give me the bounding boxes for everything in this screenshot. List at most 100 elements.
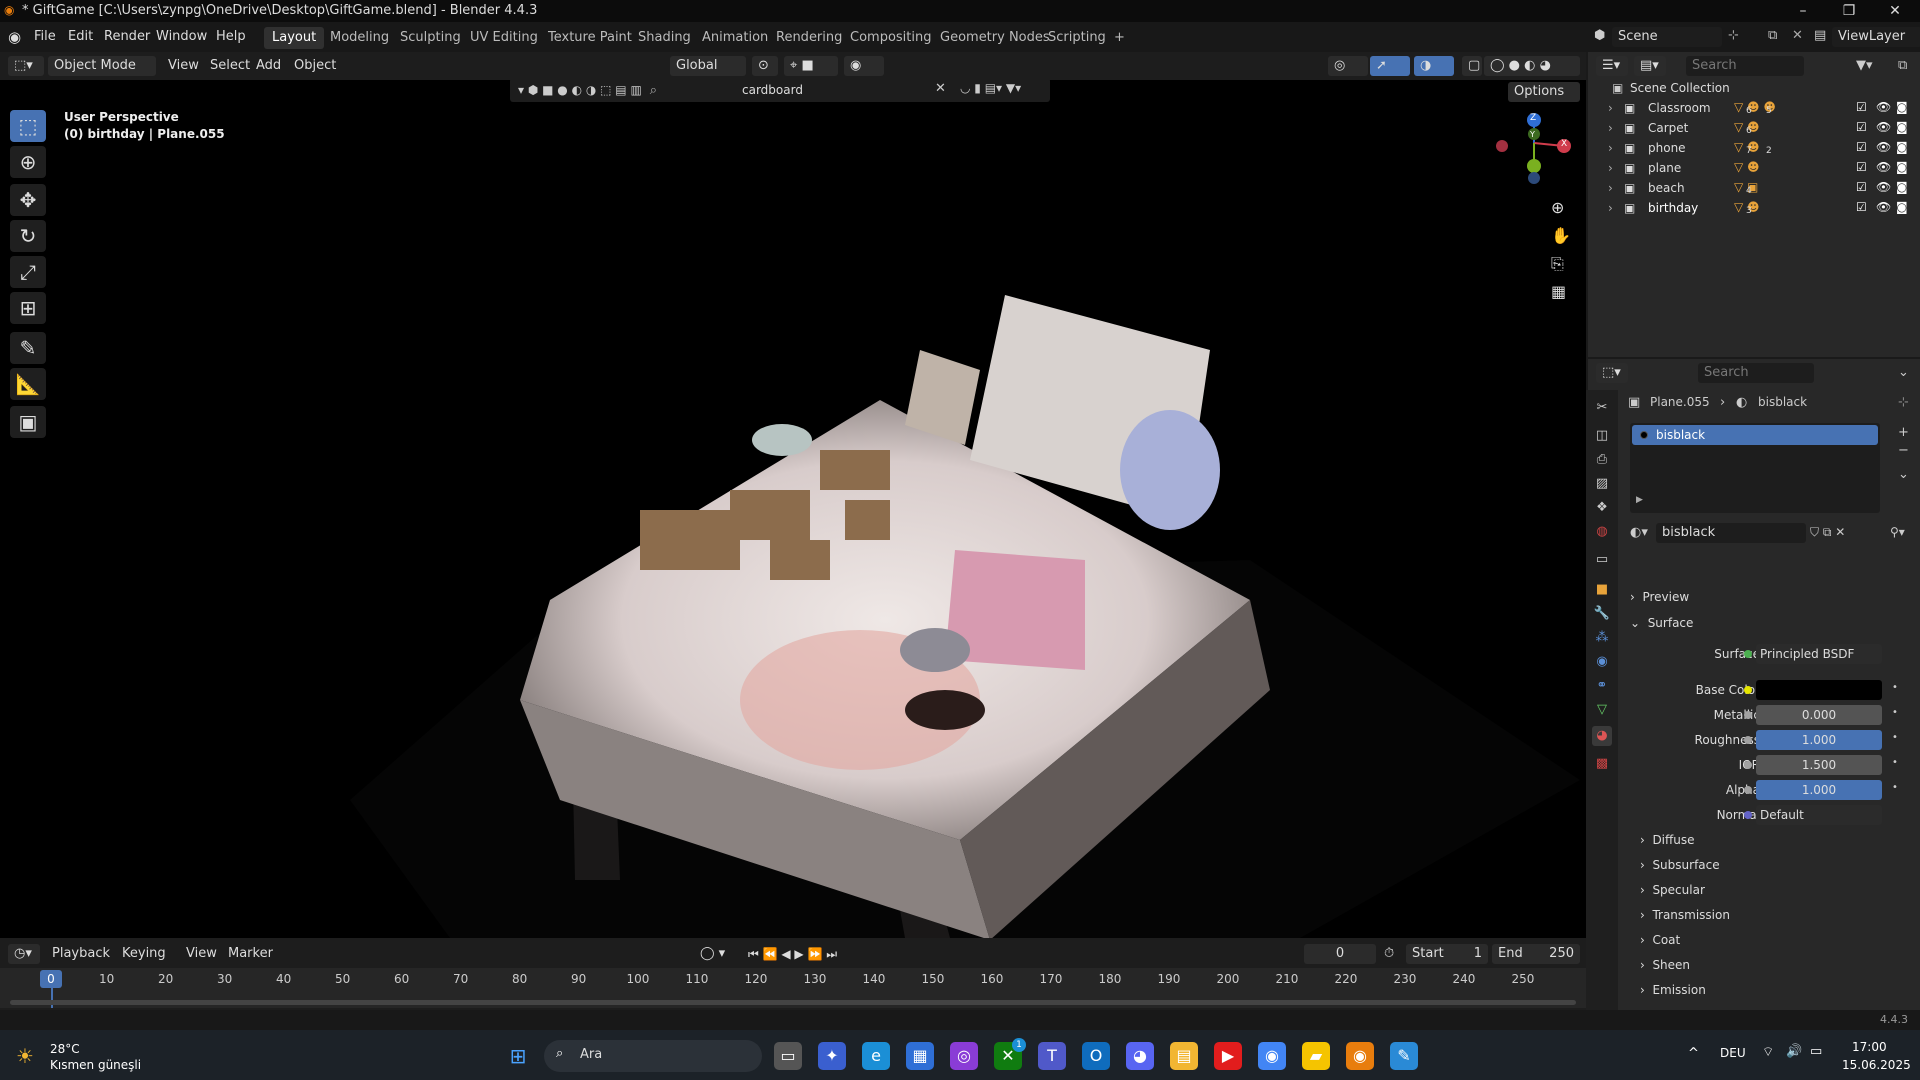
- camera-icon[interactable]: ◙: [1896, 160, 1908, 174]
- current-frame-field[interactable]: 0: [1304, 944, 1376, 964]
- checkbox-icon[interactable]: ☑: [1856, 160, 1867, 174]
- roughness-field[interactable]: 1.000: [1756, 730, 1882, 750]
- auto-keying-icon[interactable]: ◯ ▾: [700, 944, 725, 964]
- keyframe-dot-icon[interactable]: •: [1892, 732, 1898, 743]
- menu-window[interactable]: Window: [156, 29, 207, 44]
- clock-time[interactable]: 17:00: [1852, 1040, 1887, 1054]
- edge-icon[interactable]: e: [862, 1042, 890, 1070]
- base-color-field[interactable]: [1756, 680, 1882, 700]
- copilot-icon[interactable]: ✦: [818, 1042, 846, 1070]
- visibility-icon[interactable]: ◎: [1328, 56, 1368, 76]
- snap-icon[interactable]: ⌖ ■: [784, 56, 838, 76]
- xray-icon[interactable]: ▢: [1462, 56, 1482, 76]
- wifi-icon[interactable]: ⌔: [1762, 1044, 1774, 1060]
- playback-controls-icons[interactable]: ⏮ ⏪ ◀ ▶ ⏩ ⏭: [748, 944, 837, 964]
- clock-date[interactable]: 15.06.2025: [1842, 1058, 1911, 1072]
- filter-icon[interactable]: ▼▾: [1856, 58, 1873, 73]
- checkbox-icon[interactable]: ☑: [1856, 180, 1867, 194]
- sheen-section[interactable]: › Sheen: [1640, 954, 1910, 976]
- overlay-toggle-icon[interactable]: ◑: [1414, 56, 1454, 76]
- marker-menu[interactable]: Marker: [228, 944, 273, 964]
- task-view-icon[interactable]: ▭: [774, 1042, 802, 1070]
- keyframe-dot-icon[interactable]: •: [1892, 782, 1898, 793]
- 3d-viewport[interactable]: ⬚ ⊕ ✥ ↻ ⤢ ⊞ ✎ 📐 ▣ User Perspective (0) b…: [0, 80, 1586, 938]
- outliner-row[interactable]: › ▣ phone ▽ ☻ 7 2 ☑ 👁 ◙: [1588, 138, 1920, 158]
- alpha-field[interactable]: 1.000: [1756, 780, 1882, 800]
- view-layer-name[interactable]: ViewLayer: [1832, 27, 1920, 47]
- surface-section[interactable]: ⌄ Surface: [1630, 612, 1900, 634]
- camera-icon[interactable]: ◙: [1896, 100, 1908, 114]
- volume-icon[interactable]: 🔊: [1786, 1044, 1802, 1059]
- checkbox-icon[interactable]: ☑: [1856, 120, 1867, 134]
- menu-object[interactable]: Object: [294, 56, 336, 76]
- end-frame-field[interactable]: End 250: [1492, 944, 1580, 964]
- language-indicator[interactable]: DEU: [1720, 1046, 1746, 1060]
- view-layer-tab-icon[interactable]: ▨: [1592, 474, 1612, 494]
- transmission-section[interactable]: › Transmission: [1640, 904, 1910, 926]
- outliner-row[interactable]: › ▣ Carpet ▽ ☻ 6 ☑ 👁 ◙: [1588, 118, 1920, 138]
- new-collection-icon[interactable]: ⧉: [1898, 58, 1907, 73]
- ortho-grid-icon[interactable]: ▦: [1551, 282, 1566, 301]
- filter-options-icons[interactable]: ◡ ▮ ▤▾ ▼▾: [960, 81, 1021, 95]
- world-tab-icon[interactable]: ◍: [1592, 522, 1612, 542]
- texture-tab-icon[interactable]: ▩: [1592, 754, 1612, 774]
- view-menu[interactable]: View: [186, 944, 217, 964]
- playback-menu[interactable]: Playback: [52, 944, 110, 964]
- modifier-tab-icon[interactable]: 🔧: [1592, 604, 1612, 624]
- emission-section[interactable]: › Emission: [1640, 979, 1910, 1001]
- display-mode-icon[interactable]: ▤▾: [1634, 56, 1666, 76]
- tab-geometry-nodes[interactable]: Geometry Nodes: [932, 27, 1058, 49]
- keying-menu[interactable]: Keying: [122, 944, 166, 964]
- menu-help[interactable]: Help: [216, 29, 246, 44]
- viewport-search-input[interactable]: cardboard: [738, 80, 928, 100]
- outliner-row[interactable]: › ▣ beach ▽ ▣ 4 ☑ 👁 ◙: [1588, 178, 1920, 198]
- preview-range-icon[interactable]: ⏱: [1384, 944, 1394, 964]
- eye-icon[interactable]: 👁: [1876, 180, 1891, 194]
- tab-modeling[interactable]: Modeling: [322, 27, 397, 49]
- tab-animation[interactable]: Animation: [694, 27, 776, 49]
- tab-layout[interactable]: Layout: [264, 27, 325, 49]
- youtube-icon[interactable]: ▶: [1214, 1042, 1242, 1070]
- coat-section[interactable]: › Coat: [1640, 929, 1910, 951]
- menu-view[interactable]: View: [168, 56, 199, 76]
- output-tab-icon[interactable]: ⎙: [1592, 450, 1612, 470]
- expand-arrow-icon[interactable]: ›: [1608, 181, 1613, 195]
- minimize-button[interactable]: –: [1780, 0, 1826, 22]
- weather-icon[interactable]: ☀: [16, 1044, 34, 1068]
- menu-render[interactable]: Render: [104, 29, 150, 44]
- node-tree-icon[interactable]: ⚲▾: [1890, 525, 1905, 539]
- store-icon[interactable]: ▦: [906, 1042, 934, 1070]
- camera-icon[interactable]: ◙: [1896, 200, 1908, 214]
- scale-tool-icon[interactable]: ⤢: [10, 256, 46, 288]
- outliner-row[interactable]: › ▣ birthday ▽ ☻ 3 ☑ 👁 ◙: [1588, 198, 1920, 218]
- taskbar-search-box[interactable]: ⌕ Ara: [544, 1040, 762, 1072]
- expand-arrow-icon[interactable]: ▶: [1636, 495, 1643, 505]
- tab-compositing[interactable]: Compositing: [842, 27, 940, 49]
- windows-start-icon[interactable]: ⊞: [504, 1042, 532, 1070]
- expand-arrow-icon[interactable]: ›: [1608, 161, 1613, 175]
- render-tab-icon[interactable]: ◫: [1592, 426, 1612, 446]
- eye-icon[interactable]: 👁: [1876, 100, 1891, 114]
- tab-rendering[interactable]: Rendering: [768, 27, 850, 49]
- slot-menu-icon[interactable]: ⌄: [1898, 467, 1909, 482]
- data-tab-icon[interactable]: ▽: [1592, 700, 1612, 720]
- select-tool-icon[interactable]: ⬚: [10, 110, 46, 142]
- rotate-tool-icon[interactable]: ↻: [10, 220, 46, 252]
- checkbox-icon[interactable]: ☑: [1856, 200, 1867, 214]
- material-browse-icon[interactable]: ◐▾: [1630, 525, 1648, 540]
- tab-scripting[interactable]: Scripting: [1040, 27, 1114, 49]
- move-tool-icon[interactable]: ✥: [10, 184, 46, 216]
- scene-tab-icon[interactable]: ❖: [1592, 498, 1612, 518]
- material-tab-icon[interactable]: ◕: [1592, 726, 1612, 746]
- file-explorer-icon[interactable]: ▤: [1170, 1042, 1198, 1070]
- app-taskbar-icon[interactable]: ✎: [1390, 1042, 1418, 1070]
- outliner-row[interactable]: › ▣ plane ▽ ☻ ☑ 👁 ◙: [1588, 158, 1920, 178]
- editor-type-button[interactable]: ⬚▾: [8, 56, 44, 76]
- specular-section[interactable]: › Specular: [1640, 879, 1910, 901]
- eye-icon[interactable]: 👁: [1876, 140, 1891, 154]
- outliner-editor-icon[interactable]: ☰▾: [1596, 56, 1628, 76]
- fake-user-icon[interactable]: ⛉ ⧉ ✕: [1810, 525, 1845, 540]
- menu-edit[interactable]: Edit: [68, 29, 93, 44]
- battery-icon[interactable]: ▭: [1810, 1044, 1822, 1059]
- expand-arrow-icon[interactable]: ›: [1608, 121, 1613, 135]
